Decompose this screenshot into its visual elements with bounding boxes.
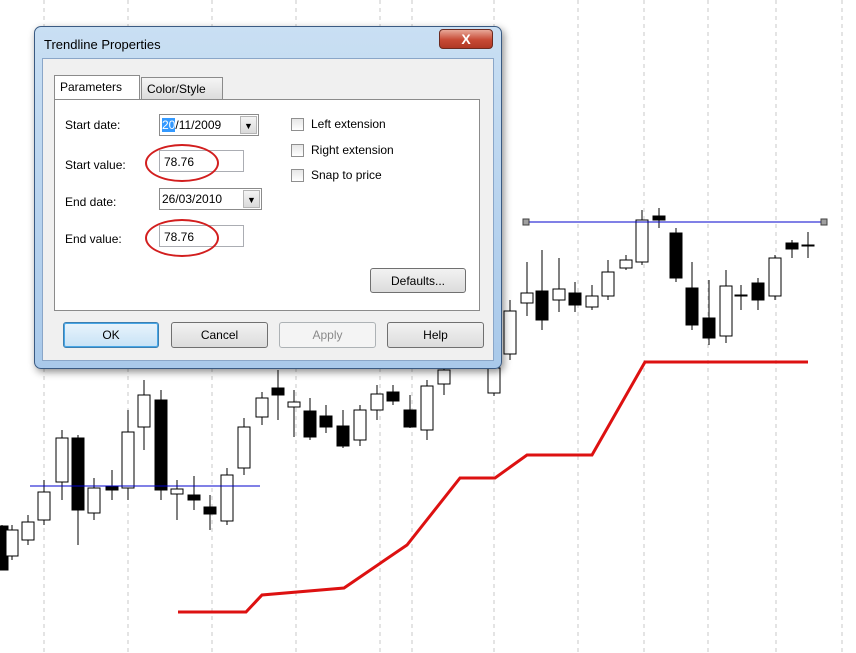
ok-button[interactable]: OK: [63, 322, 159, 348]
end-date-value: 26/03/2010: [162, 192, 223, 206]
candle-body-up: [55, 437, 69, 483]
candle-body-up: [237, 426, 251, 469]
dialog-client-area: Parameters Color/Style Start date: 20/11…: [42, 58, 494, 361]
candle-body-up: [5, 529, 19, 557]
candle-body-up: [768, 257, 782, 297]
candle-body-up: [137, 394, 151, 428]
apply-button: Apply: [279, 322, 376, 348]
left-extension-checkbox[interactable]: [291, 118, 304, 131]
candle-body-down: [105, 485, 119, 491]
trendline-handle-start[interactable]: [522, 218, 530, 226]
candle-body-up: [635, 219, 649, 263]
candle-body-down: [203, 506, 217, 515]
candle-body-up: [370, 393, 384, 411]
candle-body-down: [187, 494, 201, 501]
candle-body-up: [619, 259, 633, 269]
candle-body-up: [719, 285, 733, 337]
defaults-button[interactable]: Defaults...: [370, 268, 466, 293]
cancel-button[interactable]: Cancel: [171, 322, 268, 348]
end-date-picker[interactable]: 26/03/2010 ▼: [159, 188, 262, 210]
close-icon: X: [461, 31, 471, 47]
candle-body-up: [87, 487, 101, 514]
snap-to-price-label[interactable]: Snap to price: [311, 168, 382, 182]
dialog-title: Trendline Properties: [44, 37, 161, 52]
chevron-down-icon[interactable]: ▼: [243, 190, 260, 208]
candle-body-down: [568, 292, 582, 306]
candle-body-up: [255, 397, 269, 418]
candle-body-down: [652, 215, 666, 221]
candle-body-down: [785, 242, 799, 250]
candle-body-up: [734, 294, 748, 297]
candle-body-down: [685, 287, 699, 326]
candle-body-up: [801, 244, 815, 247]
stop-line: [178, 360, 808, 614]
highlight-oval-start: [145, 144, 219, 182]
chevron-down-icon[interactable]: ▼: [240, 116, 257, 134]
candle-body-up: [487, 367, 501, 394]
candle-body-up: [21, 521, 35, 541]
tab-parameters[interactable]: Parameters: [54, 75, 140, 99]
candle-body-down: [403, 409, 417, 428]
right-extension-checkbox[interactable]: [291, 144, 304, 157]
candle-body-down: [271, 387, 285, 396]
candle-body-down: [669, 232, 683, 279]
candle-body-down: [702, 317, 716, 339]
candle-body-down: [336, 425, 350, 447]
start-date-selected-part: 20: [162, 118, 176, 132]
left-extension-label[interactable]: Left extension: [311, 117, 386, 131]
start-value-label: Start value:: [65, 158, 126, 172]
trendline-properties-dialog: Trendline Properties X Parameters Color/…: [34, 26, 502, 369]
trendline-handle-end[interactable]: [820, 218, 828, 226]
candle-body-down: [154, 399, 168, 491]
title-bar[interactable]: Trendline Properties X: [35, 27, 501, 57]
candle-body-up: [287, 401, 301, 408]
parameters-panel: Start date: 20/11/2009 ▼ Start value: 78…: [54, 99, 480, 311]
candle-body-down: [386, 391, 400, 402]
candle-body-up: [121, 431, 135, 489]
candle-body-up: [585, 295, 599, 308]
start-date-picker[interactable]: 20/11/2009 ▼: [159, 114, 259, 136]
candle-body-up: [220, 474, 234, 522]
start-date-rest: /11/2009: [175, 118, 222, 132]
candle-body-up: [170, 488, 184, 495]
candle-body-up: [552, 288, 566, 301]
tab-color-style[interactable]: Color/Style: [141, 77, 223, 99]
candle-body-down: [303, 410, 317, 438]
candle-body-down: [71, 437, 85, 511]
candle-body-up: [503, 310, 517, 355]
candle-body-up: [353, 409, 367, 441]
candle-body-down: [535, 290, 549, 321]
end-value-label: End value:: [65, 232, 122, 246]
candle-body-up: [37, 491, 51, 521]
candle-body-down: [751, 282, 765, 301]
end-date-label: End date:: [65, 195, 117, 209]
close-button[interactable]: X: [439, 29, 493, 49]
candle-body-down: [319, 415, 333, 428]
candle-body-up: [601, 271, 615, 297]
start-date-label: Start date:: [65, 118, 121, 132]
help-button[interactable]: Help: [387, 322, 484, 348]
candle-body-up: [520, 292, 534, 304]
highlight-oval-end: [145, 219, 219, 257]
candle-body-up: [437, 369, 451, 385]
snap-to-price-checkbox[interactable]: [291, 169, 304, 182]
candle-body-up: [420, 385, 434, 431]
right-extension-label[interactable]: Right extension: [311, 143, 394, 157]
